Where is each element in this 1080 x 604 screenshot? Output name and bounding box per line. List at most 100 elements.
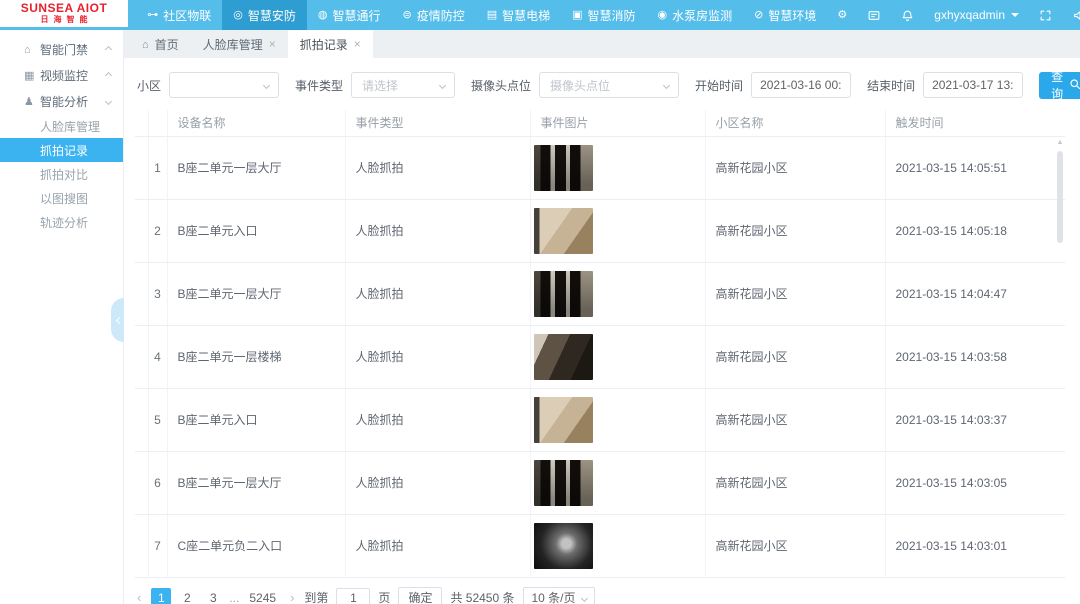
- confirm-page-button[interactable]: 确定: [398, 587, 442, 604]
- event-snapshot-image[interactable]: [534, 460, 593, 506]
- close-tab-icon[interactable]: ×: [354, 37, 361, 51]
- sidebar-group-2[interactable]: ♟智能分析: [0, 88, 123, 114]
- pagination: ‹ 123...5245 › 到第 页 确定 共 52450 条 10 条/页: [135, 587, 1080, 604]
- nav-item-0[interactable]: ⊶社区物联: [136, 0, 222, 30]
- gear-icon[interactable]: ⚙: [827, 10, 857, 21]
- column-header: 事件类型: [345, 110, 530, 136]
- trigger-time-cell: 2021-03-15 14:05:18: [885, 199, 1065, 262]
- event-type-cell: 人脸抓拍: [345, 136, 530, 199]
- edge-partial-icon[interactable]: [1062, 9, 1080, 22]
- camera-filter-label: 摄像头点位: [471, 77, 531, 94]
- nav-item-6[interactable]: ◉水泵房监测: [647, 0, 744, 30]
- nav-item-label: 智慧环境: [768, 7, 816, 24]
- page-button-1[interactable]: 1: [151, 588, 171, 604]
- event-snapshot-image[interactable]: [534, 334, 593, 380]
- tab-0[interactable]: ⌂首页: [130, 30, 191, 58]
- goto-page-input[interactable]: [336, 588, 370, 604]
- column-header: 事件图片: [530, 110, 705, 136]
- video-monitor-icon: ▦: [24, 68, 40, 82]
- event-type-cell: 人脸抓拍: [345, 451, 530, 514]
- trigger-time-cell: 2021-03-15 14:03:05: [885, 451, 1065, 514]
- next-page-button[interactable]: ›: [288, 590, 296, 604]
- chevron-down-icon: [439, 82, 446, 89]
- event-type-cell: 人脸抓拍: [345, 388, 530, 451]
- chevron-up-icon: [105, 45, 112, 52]
- table-row: 5B座二单元入口人脸抓拍高新花园小区2021-03-15 14:03:37: [135, 388, 1065, 451]
- community-cell: 高新花园小区: [705, 136, 885, 199]
- prev-page-button[interactable]: ‹: [135, 590, 143, 604]
- app-root: SUNSEA AIOT 日海智能 ⊶社区物联◎智慧安防◍智慧通行⊜疫情防控▤智慧…: [0, 0, 1080, 604]
- sidebar-item-2-2[interactable]: 抓拍对比: [0, 162, 123, 186]
- nav-item-label: 智慧电梯: [502, 7, 550, 24]
- table-row: 2B座二单元入口人脸抓拍高新花园小区2021-03-15 14:05:18: [135, 199, 1065, 262]
- epidemic-icon: ⊜: [402, 10, 411, 21]
- community-cell: 高新花园小区: [705, 388, 885, 451]
- community-cell: 高新花园小区: [705, 262, 885, 325]
- sidebar-item-2-3[interactable]: 以图搜图: [0, 186, 123, 210]
- bell-icon[interactable]: [891, 9, 924, 22]
- start-time-label: 开始时间: [695, 77, 743, 94]
- close-tab-icon[interactable]: ×: [269, 37, 276, 51]
- main-layout: ⌂智能门禁▦视频监控♟智能分析人脸库管理抓拍记录抓拍对比以图搜图轨迹分析 ⌂首页…: [0, 30, 1080, 604]
- event-type-cell: 人脸抓拍: [345, 262, 530, 325]
- column-header: 设备名称: [167, 110, 345, 136]
- sidebar-item-2-1[interactable]: 抓拍记录: [0, 138, 123, 162]
- search-button[interactable]: 查询: [1039, 72, 1080, 99]
- event-snapshot-image[interactable]: [534, 145, 593, 191]
- camera-select-value: 摄像头点位: [550, 77, 610, 94]
- workorder-icon[interactable]: [857, 9, 891, 22]
- end-time-input[interactable]: [923, 72, 1023, 98]
- scroll-up-icon[interactable]: ▲: [1056, 137, 1064, 147]
- content-area: ⌂首页人脸库管理×抓拍记录× 小区 事件类型 请选择: [124, 30, 1080, 604]
- tabbar: ⌂首页人脸库管理×抓拍记录×: [124, 30, 1080, 58]
- event-type-select[interactable]: 请选择: [351, 72, 455, 98]
- event-snapshot-image[interactable]: [534, 208, 593, 254]
- page-size-select[interactable]: 10 条/页: [523, 587, 595, 604]
- community-cell: 高新花园小区: [705, 325, 885, 388]
- community-cell: 高新花园小区: [705, 514, 885, 577]
- tab-2[interactable]: 抓拍记录×: [288, 30, 373, 58]
- sidebar-group-1[interactable]: ▦视频监控: [0, 62, 123, 88]
- chevron-down-icon: [263, 82, 270, 89]
- page-button-2[interactable]: 2: [177, 588, 197, 604]
- brand-name: SUNSEA AIOT: [21, 2, 108, 15]
- community-select[interactable]: [169, 72, 279, 98]
- device-name-cell: B座二单元一层楼梯: [167, 325, 345, 388]
- event-snapshot-image[interactable]: [534, 523, 593, 569]
- chevron-down-icon: [580, 594, 587, 601]
- nav-item-1[interactable]: ◎智慧安防: [222, 0, 307, 30]
- tab-1[interactable]: 人脸库管理×: [191, 30, 288, 58]
- community-cell: 高新花园小区: [705, 451, 885, 514]
- table-scrollbar[interactable]: ▲: [1056, 137, 1064, 576]
- nav-item-5[interactable]: ▣智慧消防: [561, 0, 646, 30]
- end-time-filter: 结束时间: [867, 72, 1023, 98]
- sidebar-item-2-4[interactable]: 轨迹分析: [0, 210, 123, 234]
- nav-item-2[interactable]: ◍智慧通行: [307, 0, 392, 30]
- start-time-input[interactable]: [751, 72, 851, 98]
- index-column-header: [148, 110, 167, 136]
- device-name-cell: B座二单元入口: [167, 388, 345, 451]
- chevron-up-icon: [105, 71, 112, 78]
- sidebar-item-2-0[interactable]: 人脸库管理: [0, 114, 123, 138]
- nav-item-4[interactable]: ▤智慧电梯: [476, 0, 561, 30]
- tab-label: 首页: [155, 36, 179, 53]
- filter-bar: 小区 事件类型 请选择 摄像头点位: [137, 71, 1080, 99]
- nav-item-7[interactable]: ⊘智慧环境: [743, 0, 827, 30]
- row-index: 6: [148, 451, 167, 514]
- sidebar-group-0[interactable]: ⌂智能门禁: [0, 36, 123, 62]
- access-icon: ◍: [318, 10, 328, 21]
- user-menu[interactable]: gxhyxqadmin: [924, 8, 1029, 22]
- column-header: 小区名称: [705, 110, 885, 136]
- pump-monitor-icon: ◉: [658, 10, 668, 21]
- camera-select[interactable]: 摄像头点位: [539, 72, 679, 98]
- event-snapshot-image[interactable]: [534, 271, 593, 317]
- scrollbar-thumb[interactable]: [1057, 151, 1063, 243]
- expand-icon[interactable]: [1029, 9, 1062, 22]
- page-button-5245[interactable]: 5245: [245, 588, 280, 604]
- page-button-3[interactable]: 3: [203, 588, 223, 604]
- event-snapshot-image[interactable]: [534, 397, 593, 443]
- sidebar-collapse-handle[interactable]: [111, 298, 124, 342]
- nav-item-3[interactable]: ⊜疫情防控: [391, 0, 475, 30]
- topbar-nav: ⊶社区物联◎智慧安防◍智慧通行⊜疫情防控▤智慧电梯▣智慧消防◉水泵房监测⊘智慧环…: [136, 0, 827, 30]
- records-table: 设备名称事件类型事件图片小区名称触发时间 1B座二单元一层大厅人脸抓拍高新花园小…: [135, 110, 1065, 578]
